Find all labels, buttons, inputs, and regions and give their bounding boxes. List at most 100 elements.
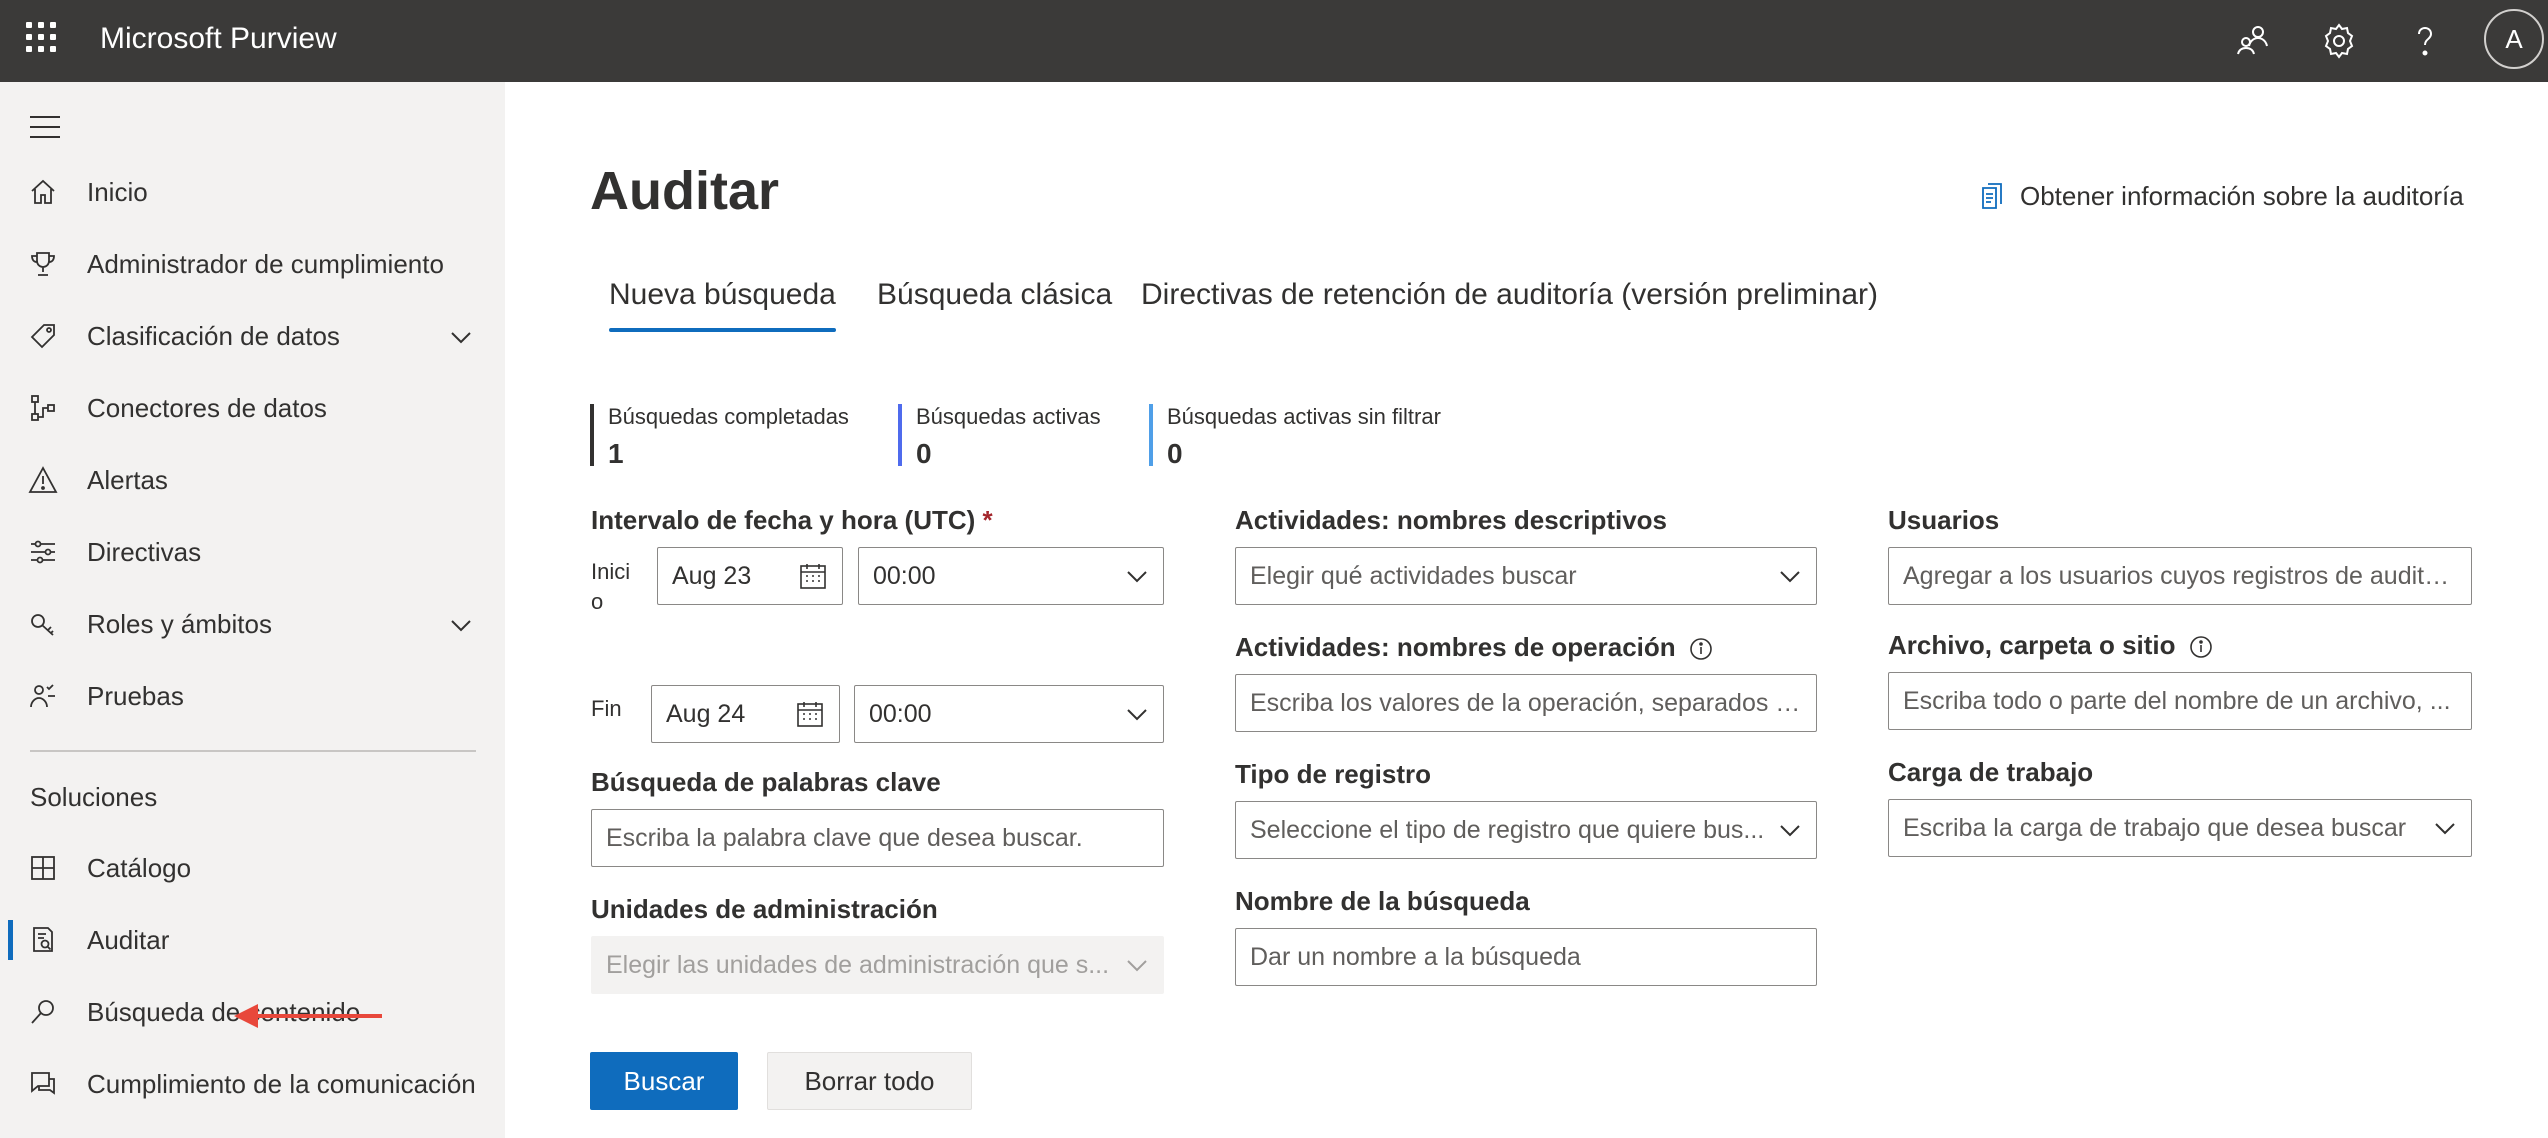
tab-directivas-retencion[interactable]: Directivas de retención de auditoría (ve…: [1141, 278, 1878, 312]
start-date-value: Aug 23: [672, 561, 752, 590]
sidebar-item-alertas[interactable]: Alertas: [0, 448, 505, 512]
activities-operation-placeholder: Escriba los valores de la operación, sep…: [1250, 688, 1802, 717]
end-date-value: Aug 24: [666, 699, 746, 728]
keyword-search-input[interactable]: Escriba la palabra clave que desea busca…: [591, 809, 1164, 867]
sidebar-item-label: Alertas: [87, 465, 168, 495]
hamburger-menu-icon[interactable]: [30, 116, 60, 138]
tab-nueva-busqueda[interactable]: Nueva búsqueda: [609, 278, 836, 332]
file-folder-placeholder: Escriba todo o parte del nombre de un ar…: [1903, 686, 2451, 715]
activities-operation-input[interactable]: Escriba los valores de la operación, sep…: [1235, 674, 1817, 732]
stat-value: 0: [916, 438, 932, 469]
chevron-down-icon: [1780, 571, 1800, 583]
sliders-icon: [31, 540, 55, 564]
help-question-icon[interactable]: [2404, 20, 2446, 62]
start-date-picker[interactable]: Aug 23: [657, 547, 843, 605]
workload-label: Carga de trabajo: [1888, 757, 2094, 787]
left-navigation: Inicio Administrador de cumplimiento Cla…: [0, 82, 505, 1138]
tab-busqueda-clasica[interactable]: Búsqueda clásica: [877, 278, 1112, 312]
keyword-label: Búsqueda de palabras clave: [591, 767, 941, 797]
start-time-value: 00:00: [873, 561, 936, 590]
sidebar-item-conectores-de-datos[interactable]: Conectores de datos: [0, 376, 505, 440]
calendar-icon[interactable]: [798, 561, 828, 591]
learn-link-text: Obtener información sobre la auditoría: [2020, 180, 2464, 211]
users-label: Usuarios: [1888, 505, 2000, 535]
chevron-down-icon[interactable]: [448, 324, 474, 350]
chevron-down-icon[interactable]: [448, 612, 474, 638]
trials-icon: [30, 684, 55, 708]
stat-label: Búsquedas completadas: [608, 404, 849, 429]
sidebar-item-administrador-de-cumplimiento[interactable]: Administrador de cumplimiento: [0, 232, 505, 296]
document-copy-icon: [1982, 183, 2002, 209]
trophy-icon: [31, 252, 55, 276]
settings-gear-icon[interactable]: [2318, 20, 2360, 62]
sidebar-item-label: Conectores de datos: [87, 393, 327, 423]
chevron-down-icon: [1127, 709, 1147, 721]
waffle-icon[interactable]: [26, 22, 58, 54]
search-icon: [31, 1000, 54, 1024]
stat-value: 0: [1167, 438, 1183, 469]
sidebar-item-inicio[interactable]: Inicio: [0, 160, 505, 224]
home-icon: [31, 179, 55, 204]
sidebar-divider: [30, 750, 476, 752]
page-title: Auditar: [590, 161, 779, 221]
chevron-down-icon: [1127, 960, 1147, 972]
users-placeholder: Agregar a los usuarios cuyos registros d…: [1903, 561, 2457, 590]
annotation-arrow-icon: [234, 1004, 382, 1028]
file-folder-label-text: Archivo, carpeta o sitio: [1888, 630, 2176, 660]
end-label: Fin: [591, 696, 622, 721]
sidebar-item-label: Administrador de cumplimiento: [87, 249, 444, 279]
info-icon[interactable]: [1689, 637, 1713, 661]
sidebar-item-label: Pruebas: [87, 681, 184, 711]
activities-friendly-dropdown[interactable]: Elegir qué actividades buscar: [1235, 547, 1817, 605]
user-avatar[interactable]: A: [2484, 9, 2544, 69]
sidebar-item-label: Auditar: [87, 925, 170, 955]
workload-dropdown[interactable]: Escriba la carga de trabajo que desea bu…: [1888, 799, 2472, 857]
end-time-dropdown[interactable]: 00:00: [854, 685, 1164, 743]
key-icon: [31, 614, 54, 636]
date-range-label: Intervalo de fecha y hora (UTC) *: [591, 505, 993, 536]
end-time-value: 00:00: [869, 699, 932, 728]
admin-units-dropdown[interactable]: Elegir las unidades de administración qu…: [591, 936, 1164, 994]
file-folder-input[interactable]: Escriba todo o parte del nombre de un ar…: [1888, 672, 2472, 730]
sidebar-item-cumplimiento-de-la-comunicacion[interactable]: Cumplimiento de la comunicación: [0, 1052, 505, 1116]
people-network-icon[interactable]: [2232, 20, 2274, 62]
record-type-placeholder: Seleccione el tipo de registro que quier…: [1250, 815, 1765, 844]
app-title[interactable]: Microsoft Purview: [100, 22, 337, 56]
search-button[interactable]: Buscar: [590, 1052, 738, 1110]
start-label: Inici o: [591, 559, 631, 614]
file-folder-label: Archivo, carpeta o sitio: [1888, 630, 2213, 661]
info-icon[interactable]: [2189, 635, 2213, 659]
clear-all-button[interactable]: Borrar todo: [767, 1052, 972, 1110]
sidebar-item-catalogo[interactable]: Catálogo: [0, 836, 505, 900]
sidebar-item-directivas[interactable]: Directivas: [0, 520, 505, 584]
stat-label: Búsquedas activas sin filtrar: [1167, 404, 1441, 429]
catalog-icon: [31, 856, 55, 880]
start-time-dropdown[interactable]: 00:00: [858, 547, 1164, 605]
learn-about-audit-link[interactable]: Obtener información sobre la auditoría: [1980, 178, 2464, 214]
activities-operation-label: Actividades: nombres de operación: [1235, 632, 1713, 663]
sidebar-item-label: Roles y ámbitos: [87, 609, 272, 639]
activities-friendly-placeholder: Elegir qué actividades buscar: [1250, 561, 1577, 590]
search-name-input[interactable]: Dar un nombre a la búsqueda: [1235, 928, 1817, 986]
calendar-icon[interactable]: [795, 699, 825, 729]
top-bar: Microsoft Purview A: [0, 0, 2548, 82]
stat-busquedas-completadas: Búsquedas completadas 1: [590, 404, 849, 469]
sidebar-item-label: Clasificación de datos: [87, 321, 340, 351]
workload-placeholder: Escriba la carga de trabajo que desea bu…: [1903, 813, 2407, 842]
admin-units-label: Unidades de administración: [591, 894, 938, 924]
tag-icon: [30, 324, 55, 349]
sidebar-item-clasificacion-de-datos[interactable]: Clasificación de datos: [0, 304, 505, 368]
record-type-dropdown[interactable]: Seleccione el tipo de registro que quier…: [1235, 801, 1817, 859]
end-date-picker[interactable]: Aug 24: [651, 685, 840, 743]
record-type-label: Tipo de registro: [1235, 759, 1431, 789]
sidebar-item-label: Directivas: [87, 537, 202, 567]
section-label-soluciones: Soluciones: [30, 782, 158, 812]
sidebar-item-auditar[interactable]: Auditar: [0, 908, 505, 972]
connector-icon: [31, 395, 55, 421]
sidebar-item-roles-y-ambitos[interactable]: Roles y ámbitos: [0, 592, 505, 656]
stat-label: Búsquedas activas: [916, 404, 1101, 429]
sidebar-item-pruebas[interactable]: Pruebas: [0, 664, 505, 728]
users-input[interactable]: Agregar a los usuarios cuyos registros d…: [1888, 547, 2472, 605]
activities-friendly-label: Actividades: nombres descriptivos: [1235, 505, 1668, 535]
admin-units-placeholder: Elegir las unidades de administración qu…: [606, 950, 1110, 979]
